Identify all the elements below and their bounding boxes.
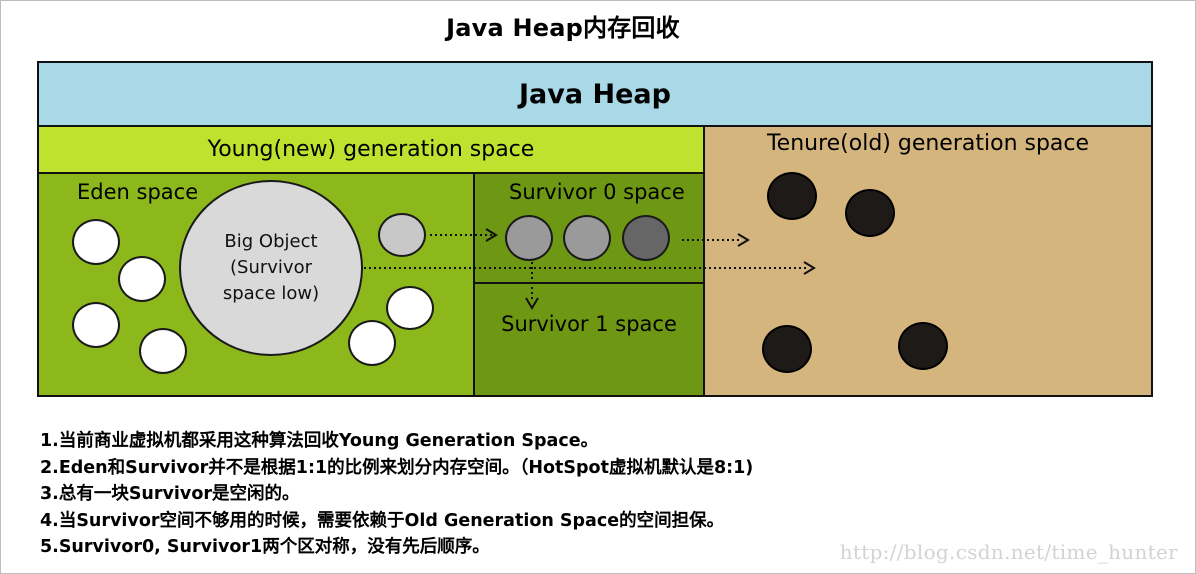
notes-list: 1.当前商业虚拟机都采用这种算法回收Young Generation Space… [40, 428, 753, 561]
note-item: 4.当Survivor空间不够用的时候，需要依赖于Old Generation … [40, 510, 725, 531]
survivor-object [622, 215, 670, 261]
survivor-1-label: Survivor 1 space [501, 312, 677, 336]
note-item: 2.Eden和Survivor并不是根据1:1的比例来划分内存空间。（HotSp… [40, 457, 754, 478]
survivor-1-space: Survivor 1 space [475, 284, 705, 395]
survivor-object [505, 215, 553, 261]
tenured-object [898, 322, 948, 370]
tenure-generation-label: Tenure(old) generation space [766, 131, 1090, 156]
tenured-object [845, 189, 895, 237]
survivor-object [563, 215, 611, 261]
eden-object [386, 286, 434, 330]
big-object: Big Object (Survivor space low) [179, 180, 363, 356]
eden-object [72, 302, 120, 348]
tenured-object [762, 325, 812, 373]
eden-object [348, 320, 396, 366]
note-item: 1.当前商业虚拟机都采用这种算法回收Young Generation Space… [40, 431, 599, 451]
note-item: 5.Survivor0, Survivor1两个区对称，没有先后顺序。 [40, 537, 490, 557]
diagram-title: Java Heap内存回收 [446, 14, 680, 42]
young-generation-band: Young(new) generation space [39, 127, 705, 174]
watermark: http://blog.csdn.net/time_hunter [839, 540, 1178, 564]
eden-object [118, 256, 166, 302]
note-item: 3.总有一块Survivor是空闲的。 [40, 484, 300, 504]
eden-space-label: Eden space [77, 180, 199, 204]
surviving-object [378, 213, 426, 257]
tenured-object [767, 172, 817, 220]
survivor-0-label: Survivor 0 space [509, 180, 685, 204]
java-heap-banner: Java Heap [39, 63, 1151, 127]
eden-object [139, 328, 187, 374]
eden-object [72, 219, 120, 265]
